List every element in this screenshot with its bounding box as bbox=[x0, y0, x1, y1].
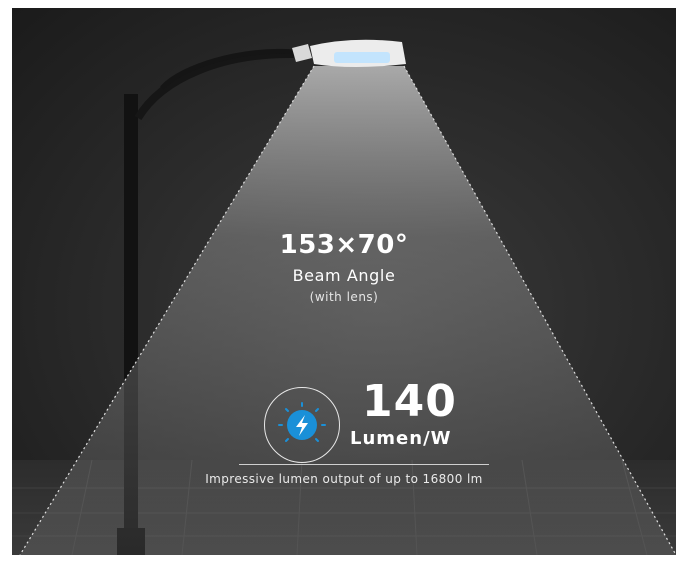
lightning-bolt-icon bbox=[277, 401, 326, 442]
lumen-value: 140 bbox=[362, 376, 457, 427]
beam-angle-label: Beam Angle bbox=[292, 266, 396, 285]
street-light-scene: 153×70° Beam Angle (with lens) 140 Lumen… bbox=[12, 8, 676, 555]
divider bbox=[239, 464, 489, 465]
efficiency-icon-ring bbox=[264, 387, 340, 463]
footer-caption: Impressive lumen output of up to 16800 l… bbox=[205, 472, 483, 486]
beam-angle-note: (with lens) bbox=[309, 290, 379, 304]
beam-angle-value: 153×70° bbox=[279, 230, 409, 260]
lumen-unit: Lumen/W bbox=[350, 428, 452, 449]
